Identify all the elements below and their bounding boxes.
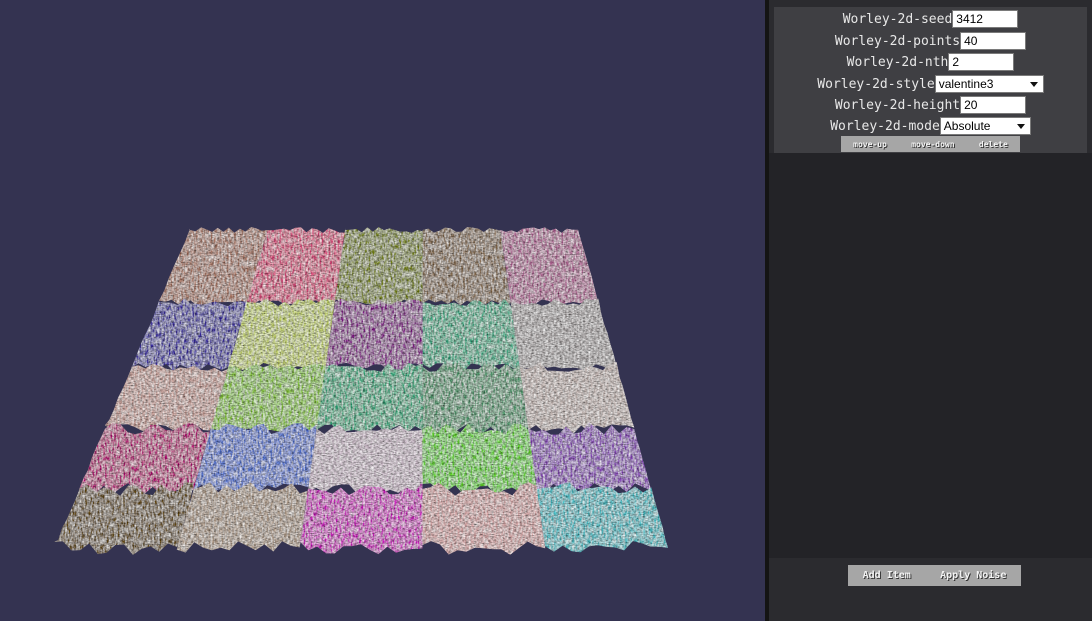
terrain-tile bbox=[105, 364, 229, 434]
terrain-canvas[interactable] bbox=[0, 0, 765, 621]
terrain-tile bbox=[308, 424, 423, 495]
terrain-tile bbox=[510, 298, 617, 371]
delete-button[interactable]: delete bbox=[979, 140, 1008, 149]
move-up-button[interactable]: move-up bbox=[853, 140, 887, 149]
terrain-tile bbox=[422, 227, 511, 306]
seed-label: Worley-2d-seed bbox=[842, 11, 953, 27]
seed-row: Worley-2d-seed 3412 bbox=[774, 9, 1087, 29]
item-button-bar: move-up move-down delete bbox=[841, 136, 1020, 152]
chevron-down-icon bbox=[1016, 124, 1025, 129]
style-label: Worley-2d-style bbox=[817, 76, 935, 92]
terrain-viewport[interactable] bbox=[0, 0, 765, 621]
mode-value: Absolute bbox=[943, 119, 991, 133]
terrain-tile bbox=[316, 362, 423, 434]
style-row: Worley-2d-style valentine3 bbox=[774, 74, 1087, 94]
terrain-tile bbox=[422, 482, 546, 555]
noise-list-area bbox=[769, 153, 1092, 558]
seed-input[interactable]: 3412 bbox=[952, 10, 1019, 28]
move-down-button[interactable]: move-down bbox=[911, 140, 954, 149]
terrain-tile bbox=[210, 364, 326, 434]
terrain-tile bbox=[519, 362, 635, 434]
bottom-bar: Add Item Apply Noise bbox=[769, 558, 1092, 621]
terrain-tile bbox=[131, 298, 247, 371]
terrain-tile bbox=[193, 423, 317, 495]
terrain-tile bbox=[334, 227, 423, 306]
terrain-tile bbox=[325, 298, 423, 371]
nth-input[interactable]: 2 bbox=[948, 53, 1015, 71]
points-input[interactable]: 40 bbox=[960, 32, 1027, 50]
height-label: Worley-2d-height bbox=[834, 97, 961, 113]
mode-select[interactable]: Absolute bbox=[939, 117, 1031, 135]
height-row: Worley-2d-height 20 bbox=[774, 95, 1087, 115]
terrain-tile bbox=[536, 482, 668, 553]
terrain-tile bbox=[528, 422, 652, 493]
points-row: Worley-2d-points 40 bbox=[774, 31, 1087, 51]
nth-label: Worley-2d-nth bbox=[846, 54, 949, 70]
terrain-tile bbox=[422, 362, 529, 434]
points-label: Worley-2d-points bbox=[834, 33, 961, 49]
chevron-down-icon bbox=[1029, 82, 1038, 87]
style-select[interactable]: valentine3 bbox=[934, 75, 1044, 93]
mode-row: Worley-2d-mode Absolute bbox=[774, 116, 1087, 136]
terrain-tile bbox=[422, 298, 520, 371]
noise-panel: Worley-2d-seed 3412 Worley-2d-points 40 … bbox=[769, 0, 1092, 621]
terrain-tile bbox=[54, 482, 194, 555]
terrain-tile bbox=[176, 482, 309, 553]
terrain-tile bbox=[299, 482, 423, 555]
terrain-tile bbox=[500, 227, 599, 305]
height-input[interactable]: 20 bbox=[960, 96, 1027, 114]
style-value: valentine3 bbox=[938, 77, 994, 91]
mode-label: Worley-2d-mode bbox=[830, 118, 940, 134]
add-item-button[interactable]: Add Item bbox=[863, 570, 911, 581]
noise-item: Worley-2d-seed 3412 Worley-2d-points 40 … bbox=[774, 7, 1087, 153]
bottom-button-bar: Add Item Apply Noise bbox=[848, 565, 1021, 586]
apply-noise-button[interactable]: Apply Noise bbox=[940, 570, 1006, 581]
nth-row: Worley-2d-nth 2 bbox=[774, 52, 1087, 72]
